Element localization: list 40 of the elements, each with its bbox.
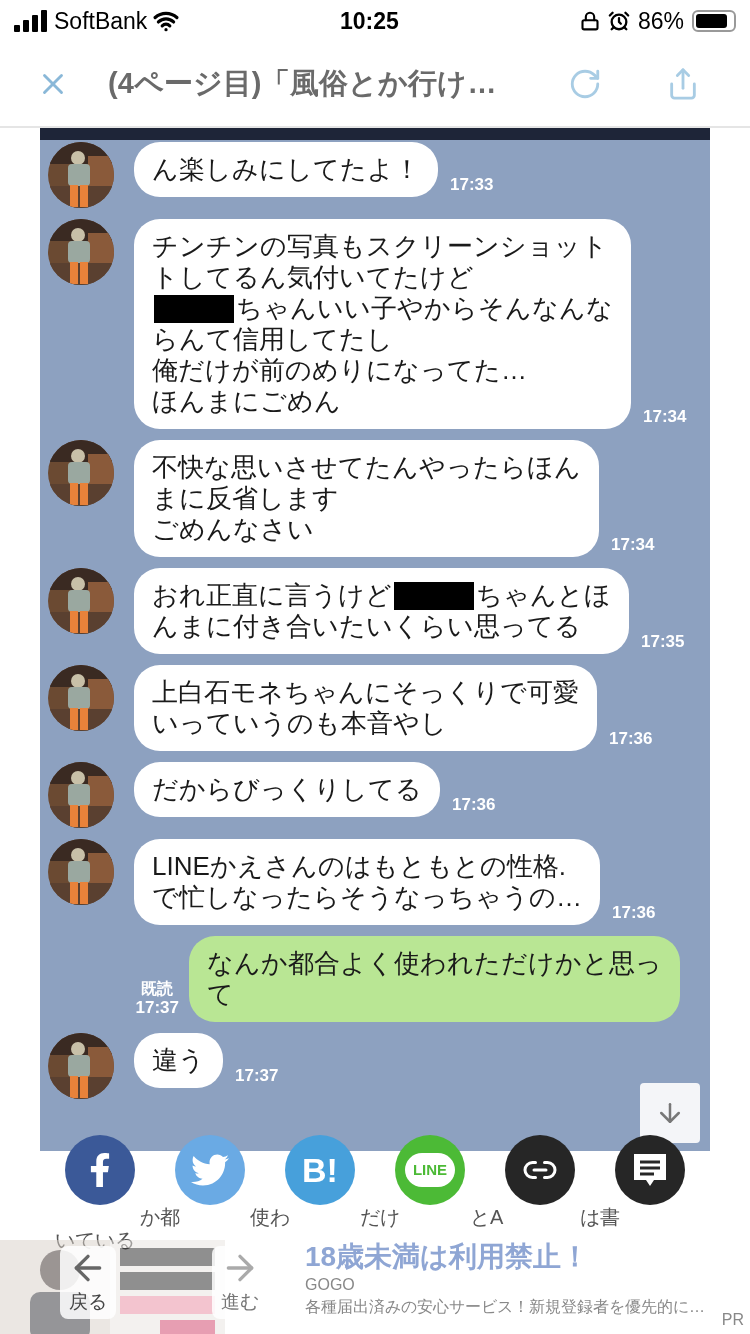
timestamp: 17:35 [641,633,685,650]
alarm-icon [607,10,630,32]
ad-description: 各種届出済みの安心サービス！新規登録者を優先的に… [305,1297,706,1317]
timestamp: 17:33 [450,176,494,193]
article-text: 使わ [250,1205,291,1229]
scroll-down-button[interactable] [640,1083,700,1143]
message-bubble: だからびっくりしてる [134,762,440,817]
message-bubble: ん楽しみにしてたよ！ [134,142,438,197]
timestamp: 17:34 [611,536,655,553]
message-bubble: なんか都合よく使われただけかと思っ て [189,936,680,1022]
article-text: とA [470,1205,505,1229]
battery-percent: 86% [637,6,684,36]
message-bubble: 違う [134,1033,223,1088]
message-bubble: チンチンの写真もスクリーンショット トしてるん気付いてたけど ちゃんいい子やからそんなんな らんて信用してたし 俺だけが前のめりになってた… ほんまにごめん [134,219,631,429]
article-text: か都 [140,1205,181,1229]
line-share-button[interactable]: LINE [395,1135,465,1205]
signal-icon [14,10,48,32]
message-bubble: 不快な思いさせてたんやったらほん まに反省します ごめんなさい [134,440,599,557]
message-bubble: おれ正直に言うけど ちゃんとほ んまに付き合いたいくらい思ってる [134,568,629,654]
ad-source: GOGO [305,1275,356,1295]
timestamp: 17:36 [452,796,496,813]
page-title: (4ページ目)「風俗とか行け… [108,66,498,102]
timestamp: 17:36 [609,730,653,747]
bookmark-share-button[interactable]: B! [285,1135,355,1205]
read-receipt: 既読 [141,979,174,999]
carrier-name: SoftBank [54,6,148,36]
battery-icon [692,10,736,32]
ad-label: PR [721,1310,744,1330]
orientation-lock-icon [579,11,600,31]
timestamp: 17:37 [235,1067,279,1084]
article-text: は書 [580,1205,621,1229]
message-bubble: 上白石モネちゃんにそっくりで可愛 いっていうのも本音やし [134,665,597,751]
timestamp: 17:37 [135,999,179,1016]
timestamp: 17:36 [612,904,656,921]
ad-title[interactable]: 18歳未満は利用禁止！ [305,1240,750,1274]
message-bubble: LINEかえさんのはもともとの性格. で忙しなったらそうなっちゃうの… [134,839,600,925]
article-text: だけ [360,1205,401,1229]
speech-bubble-label: LINE [404,1152,456,1188]
timestamp: 17:34 [643,408,687,425]
clock: 10:25 [340,6,399,36]
